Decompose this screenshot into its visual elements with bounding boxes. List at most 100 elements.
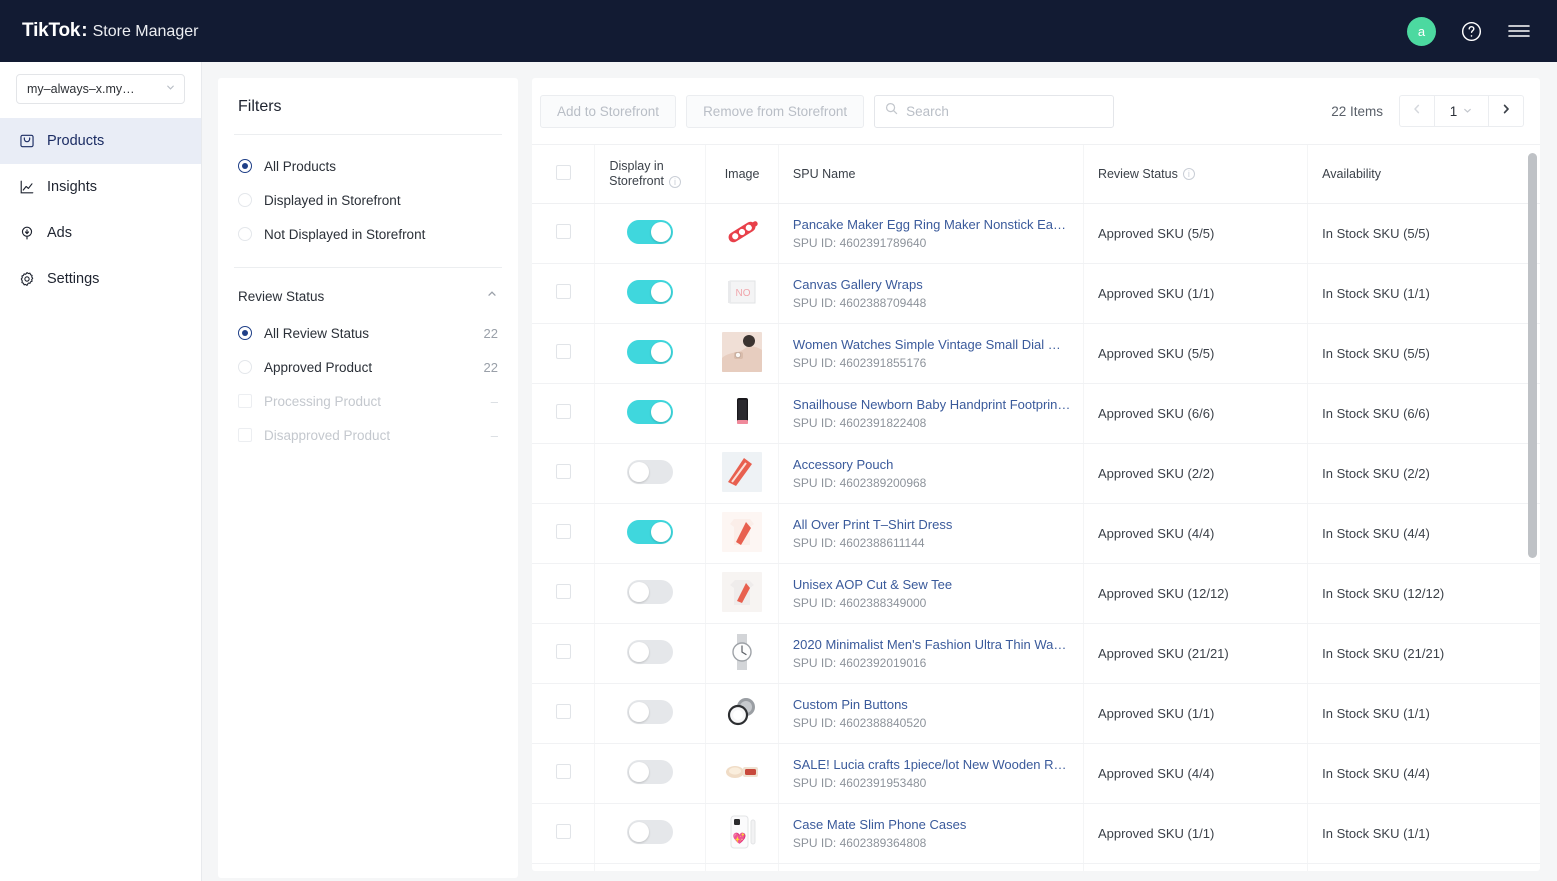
table-row[interactable]: Accessory Pouch SPU ID: 4602389200968 Ap…	[532, 443, 1540, 504]
chevron-right-icon	[1500, 102, 1512, 120]
column-label: Image	[724, 166, 760, 181]
review-status-value: Approved SKU (1/1)	[1097, 705, 1215, 721]
filter-approved-product[interactable]: Approved Product 22	[218, 350, 518, 384]
display-toggle[interactable]	[627, 759, 674, 784]
review-status-section-header[interactable]: Review Status	[218, 276, 518, 316]
filter-displayed-in-storefront[interactable]: Displayed in Storefront	[218, 183, 518, 217]
product-thumbnail: 💖	[722, 811, 763, 852]
sidebar-item-products[interactable]: Products	[0, 118, 201, 164]
table-row[interactable]: 💖 Case Mate Slim Phone Cases SPU ID: 460…	[532, 803, 1540, 864]
hamburger-menu-icon[interactable]	[1507, 22, 1531, 40]
info-icon[interactable]: i	[669, 175, 681, 188]
row-checkbox[interactable]	[555, 524, 571, 539]
filter-all-review-status[interactable]: All Review Status 22	[218, 316, 518, 350]
table-row[interactable]: Unisex AOP Cut & Sew Tee SPU ID: 4602388…	[532, 563, 1540, 624]
row-checkbox[interactable]	[555, 284, 571, 299]
sidebar-item-ads[interactable]: Ads	[0, 210, 201, 256]
display-toggle[interactable]	[627, 399, 674, 424]
table-row[interactable]: All Over Print T–Shirt Dress SPU ID: 460…	[532, 503, 1540, 564]
column-select-all	[532, 145, 595, 204]
product-name-link[interactable]: Canvas Gallery Wraps	[793, 277, 1071, 292]
table-row[interactable]: NO Canvas Gallery Wraps SPU ID: 46023887…	[532, 263, 1540, 324]
filter-count: 22	[483, 359, 498, 375]
display-toggle[interactable]	[627, 459, 674, 484]
info-icon[interactable]: i	[1182, 167, 1195, 180]
display-toggle[interactable]	[627, 639, 674, 664]
product-name-link[interactable]: Custom Pin Buttons	[793, 697, 1071, 712]
product-spu-id: SPU ID: 4602391822408	[792, 415, 927, 430]
table-row[interactable]: Snailhouse Newborn Baby Handprint Footpr…	[532, 383, 1540, 444]
table-row[interactable]: Women Watches Simple Vintage Small Dial …	[532, 323, 1540, 384]
remove-from-storefront-button[interactable]: Remove from Storefront	[686, 94, 865, 128]
product-name-link[interactable]: Snailhouse Newborn Baby Handprint Footpr…	[793, 397, 1071, 412]
product-name-link[interactable]: All Over Print T–Shirt Dress	[793, 517, 1071, 532]
table-row[interactable]: Custom Pin Buttons SPU ID: 4602388840520…	[532, 683, 1540, 744]
display-toggle[interactable]	[627, 699, 674, 724]
radio-indicator	[238, 193, 252, 207]
row-checkbox[interactable]	[555, 644, 571, 659]
add-to-storefront-button[interactable]: Add to Storefront	[540, 94, 677, 128]
row-checkbox[interactable]	[555, 584, 571, 599]
product-spu-id: SPU ID: 4602392019016	[792, 655, 927, 670]
display-toggle[interactable]	[627, 279, 674, 304]
next-page-button[interactable]	[1489, 95, 1524, 127]
row-checkbox[interactable]	[555, 404, 571, 419]
column-label-line2: Storefront	[609, 173, 664, 188]
table-row[interactable]	[532, 863, 1540, 871]
filter-count: –	[490, 393, 498, 409]
column-display-in-storefront: Display in Storefront i	[594, 145, 706, 204]
sidebar-item-insights[interactable]: Insights	[0, 164, 201, 210]
prev-page-button[interactable]	[1399, 95, 1434, 127]
row-checkbox[interactable]	[555, 704, 571, 719]
items-count-label: 22 Items	[1331, 103, 1383, 119]
avatar[interactable]: a	[1407, 16, 1436, 46]
display-toggle[interactable]	[627, 519, 674, 544]
sidebar-item-settings[interactable]: Settings	[0, 256, 201, 302]
search-input[interactable]	[906, 103, 1104, 119]
product-thumbnail	[722, 691, 763, 732]
availability-value: In Stock SKU (1/1)	[1322, 825, 1430, 841]
product-name-link[interactable]: Accessory Pouch	[793, 457, 1071, 472]
product-name-link[interactable]: SALE! Lucia crafts 1piece/lot New Wooden…	[793, 757, 1071, 772]
table-row[interactable]: SALE! Lucia crafts 1piece/lot New Wooden…	[532, 743, 1540, 804]
table-row[interactable]: 2020 Minimalist Men's Fashion Ultra Thin…	[532, 623, 1540, 684]
row-checkbox[interactable]	[555, 764, 571, 779]
table-row[interactable]: Pancake Maker Egg Ring Maker Nonstick Ea…	[532, 203, 1540, 264]
select-all-checkbox[interactable]	[555, 164, 571, 180]
product-thumbnail: NO	[722, 271, 763, 312]
table-scrollbar[interactable]	[1528, 153, 1537, 558]
product-name-link[interactable]: Women Watches Simple Vintage Small Dial …	[793, 337, 1071, 352]
question-circle-icon[interactable]	[1460, 20, 1483, 43]
radio-indicator	[238, 428, 252, 442]
availability-value: In Stock SKU (12/12)	[1322, 585, 1445, 601]
display-toggle[interactable]	[627, 819, 674, 844]
availability-value: In Stock SKU (1/1)	[1322, 285, 1430, 301]
display-toggle[interactable]	[627, 339, 674, 364]
availability-value: In Stock SKU (21/21)	[1322, 645, 1445, 661]
product-spu-id: SPU ID: 4602388349000	[792, 595, 927, 610]
search-box[interactable]	[874, 94, 1115, 128]
column-label: SPU Name	[792, 166, 856, 181]
svg-text:NO: NO	[736, 288, 751, 299]
filter-all-products[interactable]: All Products	[218, 149, 518, 183]
sidebar-item-label: Products	[47, 133, 105, 149]
review-status-value: Approved SKU (6/6)	[1097, 405, 1215, 421]
filter-not-displayed-in-storefront[interactable]: Not Displayed in Storefront	[218, 217, 518, 251]
product-name-link[interactable]: Unisex AOP Cut & Sew Tee	[793, 577, 1071, 592]
product-name-link[interactable]: Pancake Maker Egg Ring Maker Nonstick Ea…	[793, 217, 1071, 232]
row-checkbox[interactable]	[555, 344, 571, 359]
product-name-link[interactable]: 2020 Minimalist Men's Fashion Ultra Thin…	[793, 637, 1071, 652]
filter-disapproved-product: Disapproved Product –	[218, 418, 518, 452]
row-checkbox[interactable]	[555, 464, 571, 479]
display-toggle[interactable]	[627, 219, 674, 244]
store-selector[interactable]: my–always–x.my…	[16, 74, 185, 104]
table-toolbar: Add to Storefront Remove from Storefront…	[532, 78, 1540, 144]
row-checkbox[interactable]	[555, 824, 571, 839]
current-page: 1	[1449, 103, 1458, 119]
page-number-select[interactable]: 1	[1434, 95, 1489, 127]
display-toggle[interactable]	[627, 579, 674, 604]
column-spu-name: SPU Name	[777, 145, 1084, 204]
product-name-link[interactable]: Case Mate Slim Phone Cases	[793, 817, 1071, 832]
row-checkbox[interactable]	[555, 224, 571, 239]
chart-line-icon	[18, 179, 35, 196]
